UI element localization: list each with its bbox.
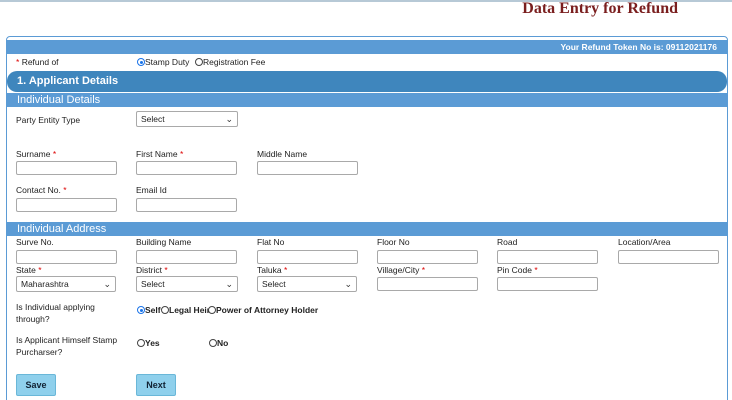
- pin-code-input[interactable]: [497, 277, 598, 291]
- contact-no-label: Contact No. *: [16, 185, 67, 195]
- taluka-select[interactable]: Select ⌄: [257, 276, 357, 292]
- middle-name-input[interactable]: [257, 161, 358, 175]
- email-id-label: Email Id: [136, 185, 167, 195]
- surname-input[interactable]: [16, 161, 117, 175]
- refund-registration-fee-option[interactable]: Registration Fee: [195, 57, 265, 67]
- applicant-details-header: 1. Applicant Details: [7, 71, 727, 92]
- chevron-down-icon: ⌄: [225, 279, 233, 289]
- state-select[interactable]: Maharashtra ⌄: [16, 276, 116, 292]
- chevron-down-icon: ⌄: [103, 279, 111, 289]
- location-area-label: Location/Area: [618, 237, 671, 247]
- flat-no-label: Flat No: [257, 237, 285, 247]
- individual-details-header: Individual Details: [7, 93, 727, 107]
- applying-legal-heir-option[interactable]: Legal Heir: [161, 305, 210, 315]
- state-label: State *: [16, 265, 42, 275]
- taluka-label: Taluka *: [257, 265, 288, 275]
- chevron-down-icon: ⌄: [225, 114, 233, 124]
- refund-token-bar: Your Refund Token No is: 09112021176: [7, 40, 727, 54]
- stamp-purchaser-label-line2: Purcharser?: [16, 347, 63, 357]
- save-button[interactable]: Save: [16, 374, 56, 396]
- refund-stamp-duty-option[interactable]: Stamp Duty: [137, 57, 189, 67]
- stamp-purchaser-yes-option[interactable]: Yes: [137, 338, 160, 348]
- email-id-input[interactable]: [136, 198, 237, 212]
- first-name-input[interactable]: [136, 161, 237, 175]
- middle-name-label: Middle Name: [257, 149, 308, 159]
- chevron-down-icon: ⌄: [344, 279, 352, 289]
- flat-no-input[interactable]: [257, 250, 358, 264]
- radio-empty-icon[interactable]: [195, 58, 203, 66]
- required-marker: *: [16, 57, 20, 67]
- district-label: District *: [136, 265, 168, 275]
- village-city-label: Village/City *: [377, 265, 426, 275]
- next-button[interactable]: Next: [136, 374, 176, 396]
- village-city-input[interactable]: [377, 277, 478, 291]
- first-name-label: First Name *: [136, 149, 184, 159]
- individual-address-header: Individual Address: [7, 222, 727, 236]
- applying-through-label-line1: Is Individual applying: [16, 302, 95, 312]
- road-label: Road: [497, 237, 518, 247]
- applying-poa-holder-option[interactable]: Power of Attorney Holder: [208, 305, 318, 315]
- building-name-input[interactable]: [136, 250, 237, 264]
- radio-selected-icon[interactable]: [137, 58, 145, 66]
- radio-empty-icon[interactable]: [208, 306, 216, 314]
- party-entity-type-select[interactable]: Select ⌄: [136, 111, 238, 127]
- floor-no-input[interactable]: [377, 250, 478, 264]
- applying-self-option[interactable]: Self: [137, 305, 161, 315]
- survey-no-input[interactable]: [16, 250, 117, 264]
- page-title: Data Entry for Refund: [522, 0, 678, 17]
- applying-through-label-line2: through?: [16, 314, 50, 324]
- stamp-purchaser-label-line1: Is Applicant Himself Stamp: [16, 335, 118, 345]
- radio-empty-icon[interactable]: [137, 339, 145, 347]
- pin-code-label: Pin Code *: [497, 265, 538, 275]
- party-entity-type-label: Party Entity Type: [16, 115, 81, 125]
- survey-no-label: Surve No.: [16, 237, 54, 247]
- refund-form: Your Refund Token No is: 09112021176 * R…: [6, 36, 728, 400]
- district-select[interactable]: Select ⌄: [136, 276, 238, 292]
- road-input[interactable]: [497, 250, 598, 264]
- radio-empty-icon[interactable]: [161, 306, 169, 314]
- floor-no-label: Floor No: [377, 237, 410, 247]
- location-area-input[interactable]: [618, 250, 719, 264]
- contact-no-input[interactable]: [16, 198, 117, 212]
- stamp-purchaser-no-option[interactable]: No: [209, 338, 228, 348]
- refund-of-label: * Refund of: [16, 57, 59, 67]
- surname-label: Surname *: [16, 149, 57, 159]
- radio-selected-icon[interactable]: [137, 306, 145, 314]
- building-name-label: Building Name: [136, 237, 192, 247]
- radio-empty-icon[interactable]: [209, 339, 217, 347]
